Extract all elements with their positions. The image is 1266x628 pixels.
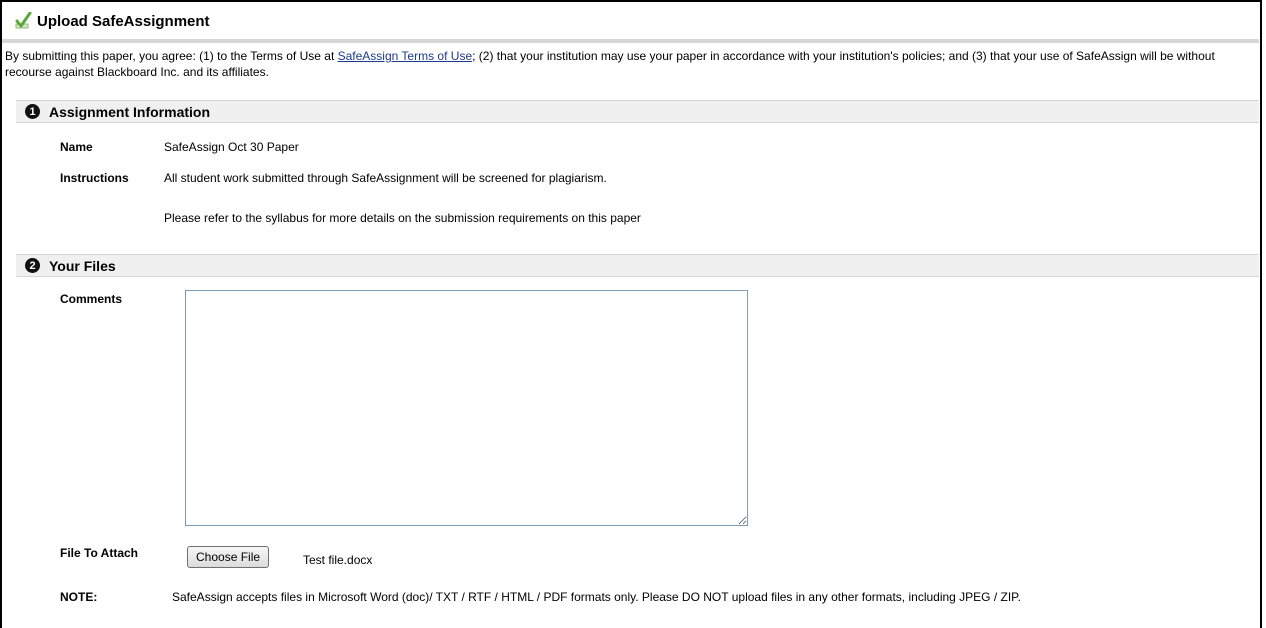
- instructions-label: Instructions: [60, 171, 129, 185]
- selected-file-name: Test file.docx: [303, 553, 373, 567]
- instructions-line-2: Please refer to the syllabus for more de…: [164, 211, 641, 225]
- check-icon: [15, 12, 32, 29]
- instructions-line-1: All student work submitted through SafeA…: [164, 171, 607, 185]
- step-1-badge: 1: [25, 104, 40, 119]
- file-to-attach-label: File To Attach: [60, 546, 138, 560]
- title-divider: [2, 39, 1259, 43]
- note-text: SafeAssign accepts files in Microsoft Wo…: [172, 590, 1021, 604]
- page-title: Upload SafeAssignment: [37, 12, 210, 30]
- section-title: Your Files: [49, 257, 116, 274]
- page-header: Upload SafeAssignment: [14, 10, 210, 32]
- terms-of-use-link[interactable]: SafeAssign Terms of Use: [338, 49, 473, 63]
- terms-text-before: By submitting this paper, you agree: (1)…: [5, 49, 338, 63]
- comments-textarea[interactable]: [185, 290, 748, 526]
- choose-file-button[interactable]: Choose File: [187, 546, 270, 568]
- step-2-badge: 2: [25, 258, 40, 273]
- section-title: Assignment Information: [49, 103, 211, 120]
- your-files-header: 2 Your Files: [16, 254, 1259, 277]
- assignment-name: SafeAssign Oct 30 Paper: [164, 140, 299, 154]
- name-label: Name: [60, 140, 93, 154]
- terms-notice: By submitting this paper, you agree: (1)…: [5, 48, 1250, 80]
- comments-label: Comments: [60, 292, 123, 306]
- assignment-information-header: 1 Assignment Information: [16, 100, 1259, 123]
- note-label: NOTE:: [60, 590, 98, 604]
